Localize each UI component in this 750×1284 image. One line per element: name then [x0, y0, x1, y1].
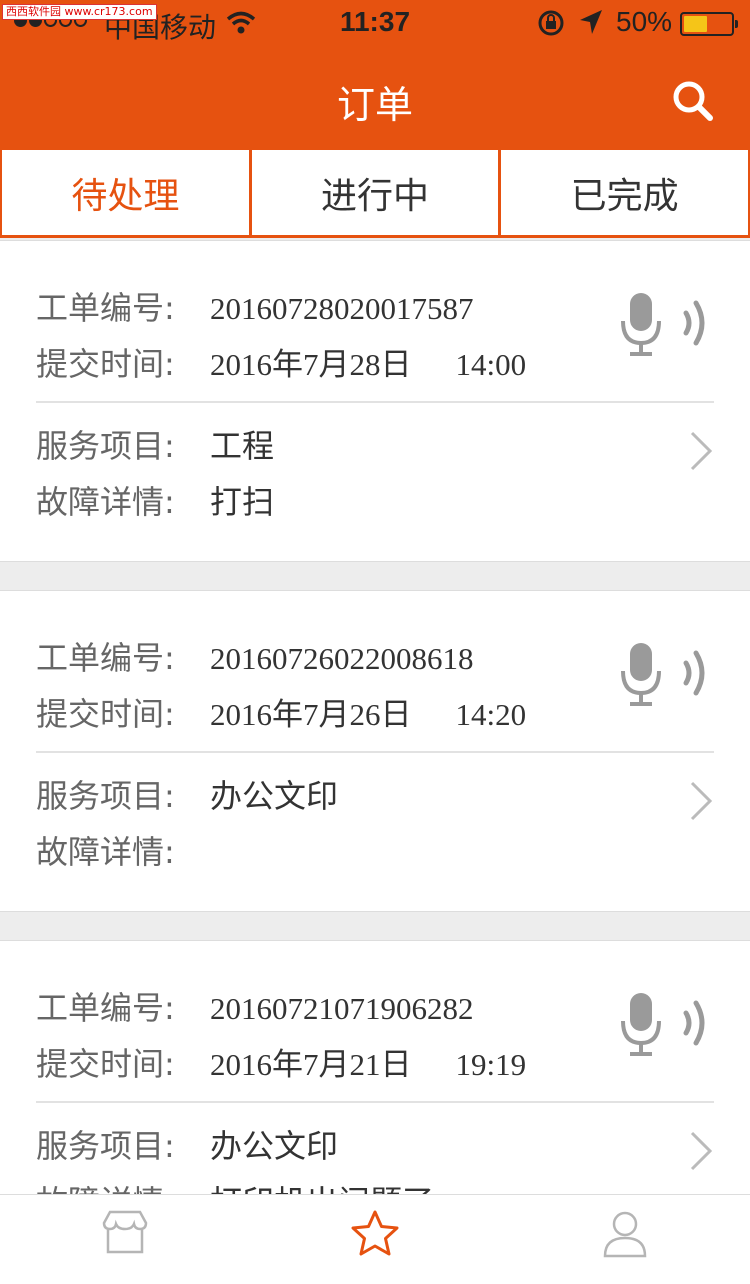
fault-row: 故障详情: 打扫 [36, 477, 274, 523]
chevron-right-icon[interactable] [686, 1127, 716, 1175]
service-value: 办公文印 [210, 1127, 339, 1165]
service-label: 服务项目: [36, 1127, 175, 1165]
submit-time-value: 14:20 [455, 697, 527, 732]
order-number-row: 工单编号: 20160728020017587 [36, 283, 474, 329]
tab-in-progress[interactable]: 进行中 [251, 150, 499, 235]
order-number-label: 工单编号: [36, 989, 175, 1027]
battery-percent: 50% [616, 6, 673, 37]
submit-date-value: 2016年7月28日 [210, 347, 412, 382]
submit-time-label: 提交时间: [36, 695, 175, 733]
watermark: 西西软件园 www.cr173.com [2, 4, 157, 20]
order-number-value: 20160726022008618 [210, 641, 474, 676]
divider [36, 1101, 714, 1103]
submit-time-row: 提交时间: 2016年7月21日 19:19 [36, 1039, 526, 1085]
service-value: 工程 [210, 427, 275, 465]
tabbar-item-favorites[interactable] [250, 1195, 500, 1284]
submit-time-row: 提交时间: 2016年7月26日 14:20 [36, 689, 526, 735]
submit-date-value: 2016年7月26日 [210, 697, 412, 732]
service-row: 服务项目: 工程 [36, 421, 274, 467]
order-card[interactable]: 工单编号: 20160726022008618 提交时间: 2016年7月26日… [0, 590, 750, 912]
page-title: 订单 [336, 83, 413, 127]
order-number-label: 工单编号: [36, 289, 175, 327]
service-row: 服务项目: 办公文印 [36, 1121, 338, 1167]
submit-date-value: 2016年7月21日 [210, 1047, 412, 1082]
service-label: 服务项目: [36, 777, 175, 815]
fault-label: 故障详情: [36, 1177, 210, 1194]
search-icon[interactable] [670, 78, 714, 122]
order-card[interactable]: 工单编号: 20160728020017587 提交时间: 2016年7月28日… [0, 240, 750, 562]
submit-time-value: 14:00 [455, 347, 527, 382]
chevron-right-icon[interactable] [686, 777, 716, 825]
order-number-row: 工单编号: 20160726022008618 [36, 633, 474, 679]
chevron-right-icon[interactable] [686, 427, 716, 475]
submit-time-label: 提交时间: [36, 345, 175, 383]
fault-row: 故障详情: [36, 827, 210, 873]
location-arrow-icon [578, 8, 604, 43]
order-number-value: 20160721071906282 [210, 991, 474, 1026]
tabbar-item-shop[interactable] [0, 1195, 250, 1284]
fault-row: 故障详情: 打印机出问题了 [36, 1177, 434, 1194]
service-label: 服务项目: [36, 427, 175, 465]
voice-message-icon[interactable] [618, 643, 718, 707]
battery-icon [680, 12, 738, 36]
service-row: 服务项目: 办公文印 [36, 771, 338, 817]
divider [36, 401, 714, 403]
nav-bar: 订单 [0, 48, 750, 150]
fault-value: 打扫 [210, 483, 275, 521]
voice-message-icon[interactable] [618, 993, 718, 1057]
voice-message-icon[interactable] [618, 293, 718, 357]
fault-label: 故障详情: [36, 833, 175, 871]
fault-label: 故障详情: [36, 483, 175, 521]
tab-pending[interactable]: 待处理 [2, 150, 249, 235]
user-icon [603, 1211, 647, 1258]
tab-completed[interactable]: 已完成 [501, 150, 749, 235]
submit-time-value: 19:19 [455, 1047, 527, 1082]
submit-time-row: 提交时间: 2016年7月28日 14:00 [36, 339, 526, 385]
order-number-value: 20160728020017587 [210, 291, 474, 326]
rotation-lock-icon [536, 8, 566, 45]
divider [36, 751, 714, 753]
order-number-row: 工单编号: 20160721071906282 [36, 983, 474, 1029]
fault-value: 打印机出问题了 [210, 1177, 434, 1194]
order-list: 工单编号: 20160728020017587 提交时间: 2016年7月28日… [0, 240, 750, 1194]
order-status-tabs: 待处理 进行中 已完成 [0, 150, 750, 238]
submit-time-label: 提交时间: [36, 1045, 175, 1083]
order-card[interactable]: 工单编号: 20160721071906282 提交时间: 2016年7月21日… [0, 940, 750, 1194]
service-value: 办公文印 [210, 777, 339, 815]
bottom-tab-bar [0, 1194, 750, 1284]
tabbar-item-profile[interactable] [500, 1195, 750, 1284]
star-icon [351, 1210, 399, 1256]
shop-icon [102, 1210, 148, 1254]
order-number-label: 工单编号: [36, 639, 175, 677]
